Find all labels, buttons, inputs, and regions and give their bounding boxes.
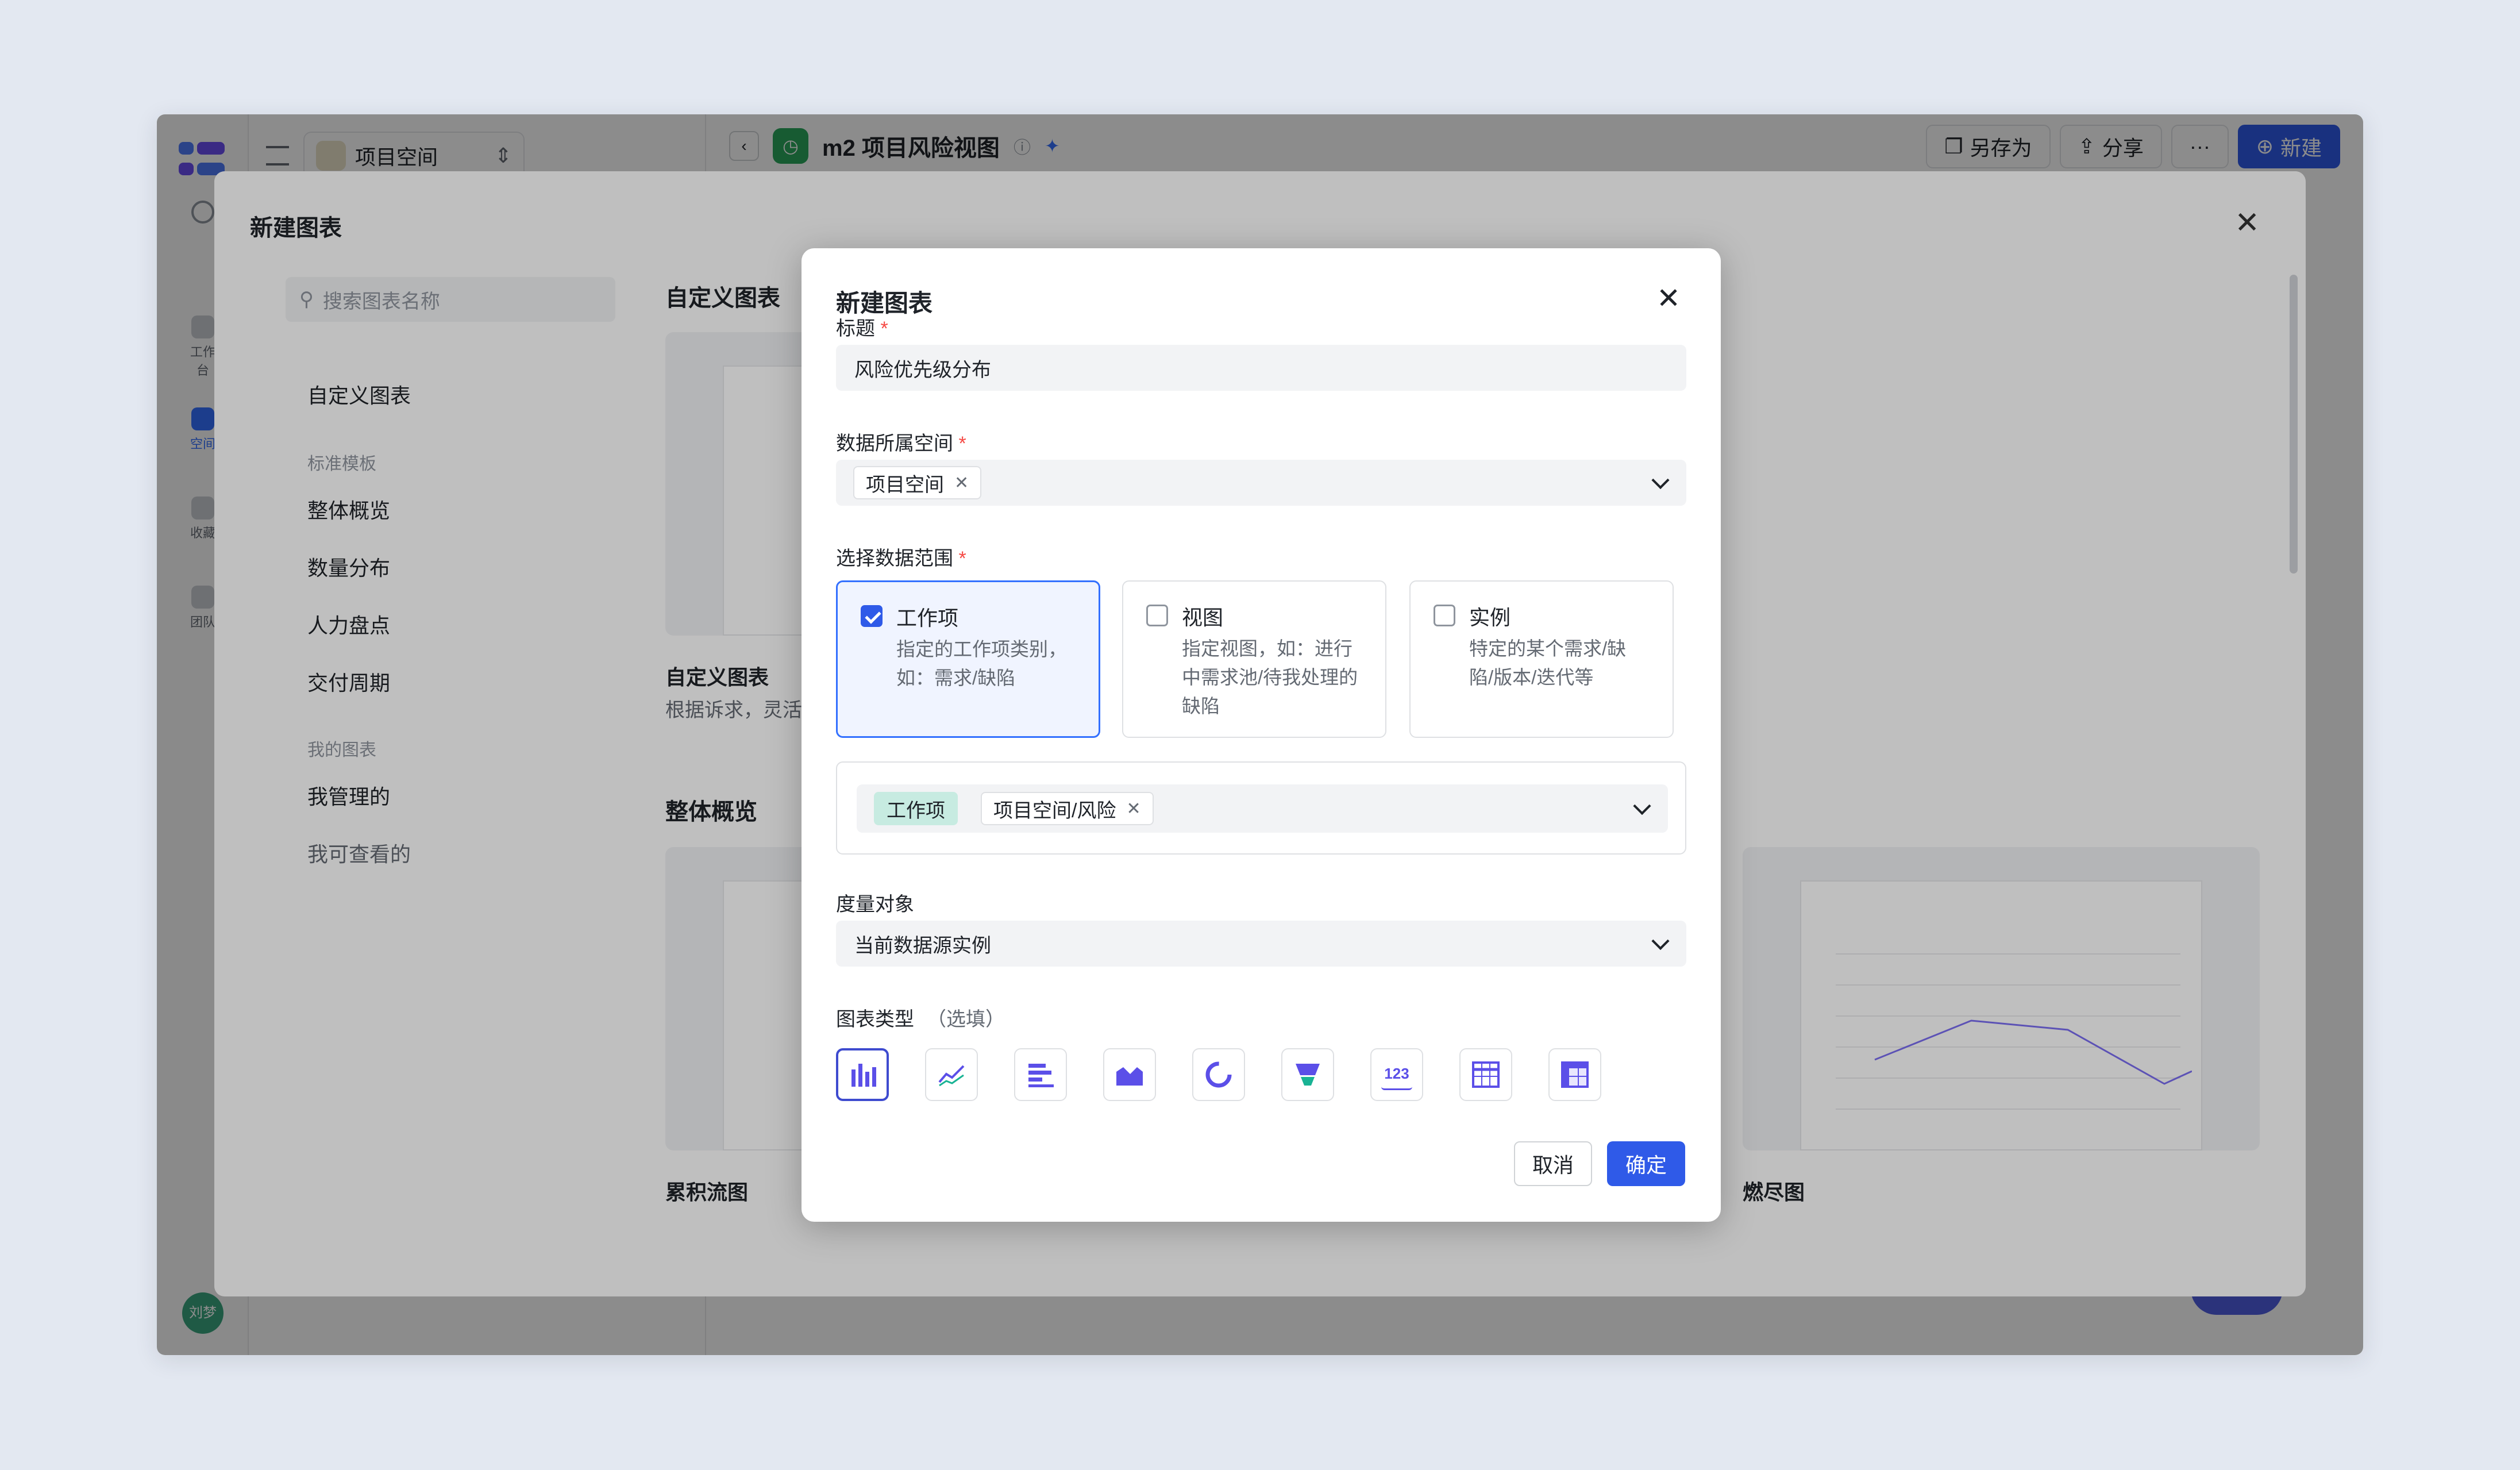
donut-chart-icon <box>1203 1059 1234 1090</box>
space-select[interactable]: 项目空间 ✕ <box>836 460 1686 506</box>
chart-type-bar[interactable] <box>836 1048 889 1101</box>
scope-option-view[interactable]: 视图 指定视图，如：进行中需求池/待我处理的缺陷 <box>1122 580 1386 738</box>
chart-type-donut[interactable] <box>1192 1048 1245 1101</box>
bar-chart-icon <box>847 1059 878 1090</box>
close-icon[interactable]: ✕ <box>1656 282 1681 315</box>
remove-chip-icon[interactable]: ✕ <box>954 473 969 493</box>
chart-type-funnel[interactable] <box>1281 1048 1334 1101</box>
scope-option-work-item[interactable]: 工作项 指定的工作项类别，如：需求/缺陷 <box>836 580 1100 738</box>
chart-type-pivot[interactable] <box>1548 1048 1601 1101</box>
scope-label: 选择数据范围 * <box>836 548 966 569</box>
chart-type-horizontal-bar[interactable] <box>1014 1048 1067 1101</box>
space-label: 数据所属空间 * <box>836 433 966 455</box>
cancel-button[interactable]: 取消 <box>1514 1141 1592 1186</box>
line-chart-icon <box>936 1059 967 1090</box>
chart-type-area[interactable] <box>1103 1048 1156 1101</box>
remove-chip-icon[interactable]: ✕ <box>1126 799 1140 819</box>
chart-type-label: 图表类型 （选填） <box>836 1009 1005 1030</box>
checkbox-work-item[interactable] <box>861 605 883 627</box>
confirm-button[interactable]: 确定 <box>1607 1141 1685 1186</box>
number-card-icon: 123 <box>1381 1059 1412 1090</box>
title-input[interactable]: 风险优先级分布 <box>836 345 1686 391</box>
chevron-down-icon <box>1651 471 1670 490</box>
chevron-down-icon <box>1651 932 1670 951</box>
measure-select[interactable]: 当前数据源实例 <box>836 921 1686 967</box>
area-chart-icon <box>1114 1059 1145 1090</box>
checkbox-instance[interactable] <box>1434 605 1455 626</box>
checkbox-view[interactable] <box>1146 605 1168 626</box>
chart-type-table[interactable] <box>1459 1048 1512 1101</box>
funnel-chart-icon <box>1292 1059 1323 1090</box>
new-chart-form-dialog: 新建图表 ✕ 标题 * 风险优先级分布 数据所属空间 * 项目空间 ✕ 选择数据范… <box>802 248 1721 1222</box>
scope-detail-box: 工作项 项目空间/风险 ✕ <box>836 761 1686 855</box>
chart-type-picker: 123 <box>836 1048 1601 1101</box>
chart-type-number[interactable]: 123 <box>1370 1048 1423 1101</box>
title-label: 标题 * <box>836 318 888 340</box>
chart-type-line[interactable] <box>925 1048 978 1101</box>
horizontal-bar-icon <box>1025 1059 1056 1090</box>
pivot-table-icon <box>1559 1059 1590 1090</box>
scope-select[interactable]: 工作项 项目空间/风险 ✕ <box>857 784 1668 833</box>
measure-label: 度量对象 <box>836 894 914 915</box>
scope-option-instance[interactable]: 实例 特定的某个需求/缺陷/版本/迭代等 <box>1409 580 1674 738</box>
scope-type-tag: 工作项 <box>874 792 958 825</box>
chevron-down-icon <box>1633 797 1651 815</box>
scope-chip: 项目空间/风险 ✕ <box>981 792 1154 825</box>
space-chip: 项目空间 ✕ <box>853 466 982 499</box>
table-icon <box>1470 1059 1501 1090</box>
